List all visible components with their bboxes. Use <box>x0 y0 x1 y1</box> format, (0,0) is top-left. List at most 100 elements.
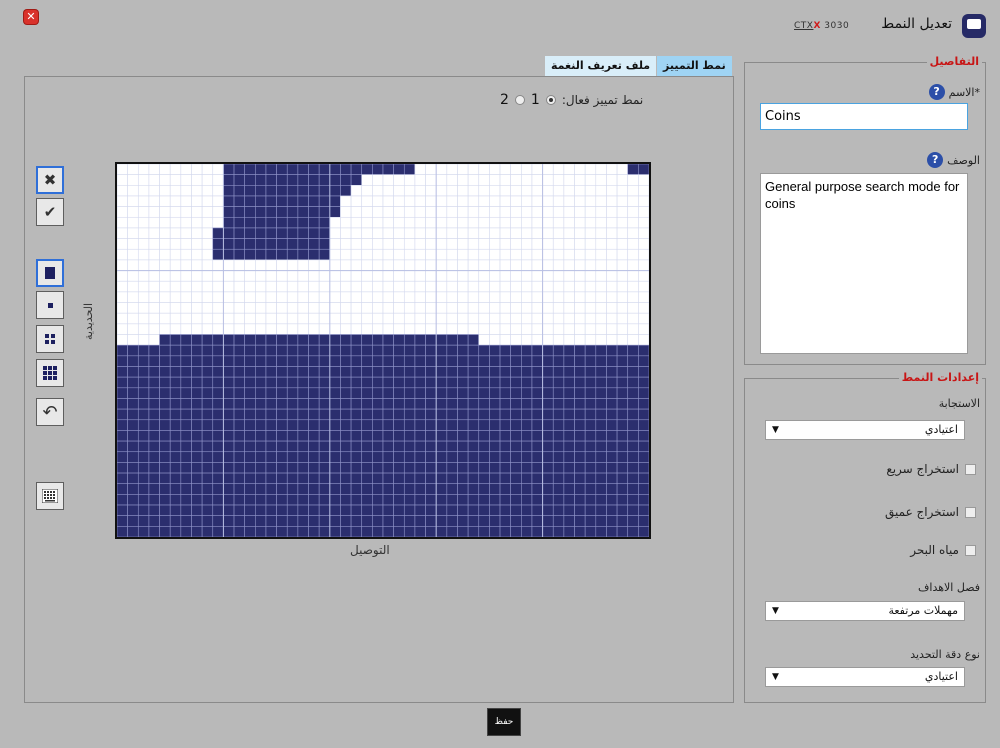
grid-cell[interactable] <box>329 504 341 516</box>
grid-cell[interactable] <box>627 483 639 495</box>
grid-cell[interactable] <box>148 472 160 485</box>
grid-cell[interactable] <box>616 238 629 250</box>
grid-cell[interactable] <box>148 291 160 303</box>
grid-cell[interactable] <box>446 302 458 314</box>
grid-cell[interactable] <box>595 344 607 357</box>
grid-cell[interactable] <box>286 312 299 325</box>
grid-cell[interactable] <box>414 270 426 282</box>
grid-cell[interactable] <box>521 504 533 516</box>
grid-cell[interactable] <box>595 334 607 346</box>
grid-cell[interactable] <box>457 419 469 431</box>
grid-cell[interactable] <box>329 387 341 399</box>
grid-cell[interactable] <box>265 494 277 506</box>
grid-cell[interactable] <box>255 462 267 474</box>
grid-cell[interactable] <box>117 323 128 335</box>
grid-cell[interactable] <box>350 344 363 357</box>
grid-cell[interactable] <box>117 238 128 250</box>
grid-cell[interactable] <box>223 270 235 282</box>
grid-cell[interactable] <box>223 504 235 516</box>
grid-cell[interactable] <box>340 344 352 357</box>
grid-cell[interactable] <box>425 398 437 410</box>
grid-cell[interactable] <box>382 195 394 207</box>
grid-cell[interactable] <box>297 248 309 261</box>
grid-cell[interactable] <box>212 366 224 378</box>
grid-cell[interactable] <box>584 227 597 239</box>
grid-cell[interactable] <box>552 515 565 527</box>
grid-cell[interactable] <box>616 291 629 303</box>
grid-cell[interactable] <box>499 248 511 261</box>
grid-cell[interactable] <box>148 462 160 474</box>
grid-cell[interactable] <box>638 259 649 271</box>
grid-cell[interactable] <box>340 451 352 463</box>
grid-cell[interactable] <box>489 515 501 527</box>
grid-cell[interactable] <box>542 164 554 175</box>
grid-cell[interactable] <box>393 216 405 229</box>
grid-cell[interactable] <box>499 440 511 453</box>
grid-cell[interactable] <box>606 164 618 175</box>
grid-cell[interactable] <box>233 259 245 271</box>
grid-cell[interactable] <box>542 430 554 442</box>
grid-cell[interactable] <box>510 451 522 463</box>
grid-cell[interactable] <box>542 419 554 431</box>
grid-cell[interactable] <box>393 440 405 453</box>
grid-cell[interactable] <box>521 526 533 537</box>
grid-cell[interactable] <box>414 291 426 303</box>
grid-cell[interactable] <box>329 323 341 335</box>
grid-cell[interactable] <box>446 355 458 367</box>
grid-cell[interactable] <box>638 164 649 175</box>
grid-cell[interactable] <box>255 185 267 197</box>
grid-cell[interactable] <box>627 323 639 335</box>
grid-cell[interactable] <box>169 515 182 527</box>
grid-cell[interactable] <box>584 398 597 410</box>
grid-cell[interactable] <box>372 216 384 229</box>
grid-cell[interactable] <box>467 504 480 516</box>
grid-cell[interactable] <box>372 174 384 186</box>
grid-cell[interactable] <box>159 238 171 250</box>
grid-cell[interactable] <box>233 398 245 410</box>
grid-cell[interactable] <box>584 291 597 303</box>
grid-cell[interactable] <box>117 419 128 431</box>
grid-cell[interactable] <box>521 494 533 506</box>
grid-cell[interactable] <box>223 472 235 485</box>
grid-cell[interactable] <box>382 312 394 325</box>
grid-cell[interactable] <box>414 494 426 506</box>
grid-cell[interactable] <box>393 185 405 197</box>
grid-cell[interactable] <box>531 312 543 325</box>
grid-cell[interactable] <box>244 259 256 271</box>
grid-cell[interactable] <box>223 376 235 389</box>
grid-cell[interactable] <box>638 366 649 378</box>
grid-cell[interactable] <box>478 280 490 293</box>
grid-cell[interactable] <box>265 164 277 175</box>
grid-cell[interactable] <box>521 302 533 314</box>
grid-cell[interactable] <box>393 291 405 303</box>
grid-cell[interactable] <box>627 355 639 367</box>
grid-cell[interactable] <box>286 248 299 261</box>
grid-cell[interactable] <box>425 472 437 485</box>
grid-cell[interactable] <box>159 174 171 186</box>
grid-cell[interactable] <box>201 515 214 527</box>
grid-cell[interactable] <box>467 164 480 175</box>
grid-cell[interactable] <box>350 291 363 303</box>
grid-cell[interactable] <box>510 270 522 282</box>
grid-cell[interactable] <box>255 259 267 271</box>
grid-cell[interactable] <box>361 174 373 186</box>
grid-cell[interactable] <box>499 408 511 421</box>
grid-cell[interactable] <box>350 451 363 463</box>
grid-cell[interactable] <box>563 238 575 250</box>
grid-cell[interactable] <box>148 216 160 229</box>
grid-cell[interactable] <box>265 238 277 250</box>
grid-cell[interactable] <box>435 462 448 474</box>
grid-cell[interactable] <box>403 164 416 175</box>
grid-cell[interactable] <box>308 259 320 271</box>
grid-cell[interactable] <box>255 398 267 410</box>
grid-cell[interactable] <box>489 483 501 495</box>
grid-cell[interactable] <box>372 526 384 537</box>
grid-cell[interactable] <box>446 323 458 335</box>
grid-cell[interactable] <box>372 259 384 271</box>
grid-cell[interactable] <box>606 430 618 442</box>
grid-cell[interactable] <box>521 344 533 357</box>
grid-cell[interactable] <box>223 216 235 229</box>
grid-cell[interactable] <box>297 185 309 197</box>
grid-cell[interactable] <box>435 344 448 357</box>
grid-cell[interactable] <box>255 164 267 175</box>
